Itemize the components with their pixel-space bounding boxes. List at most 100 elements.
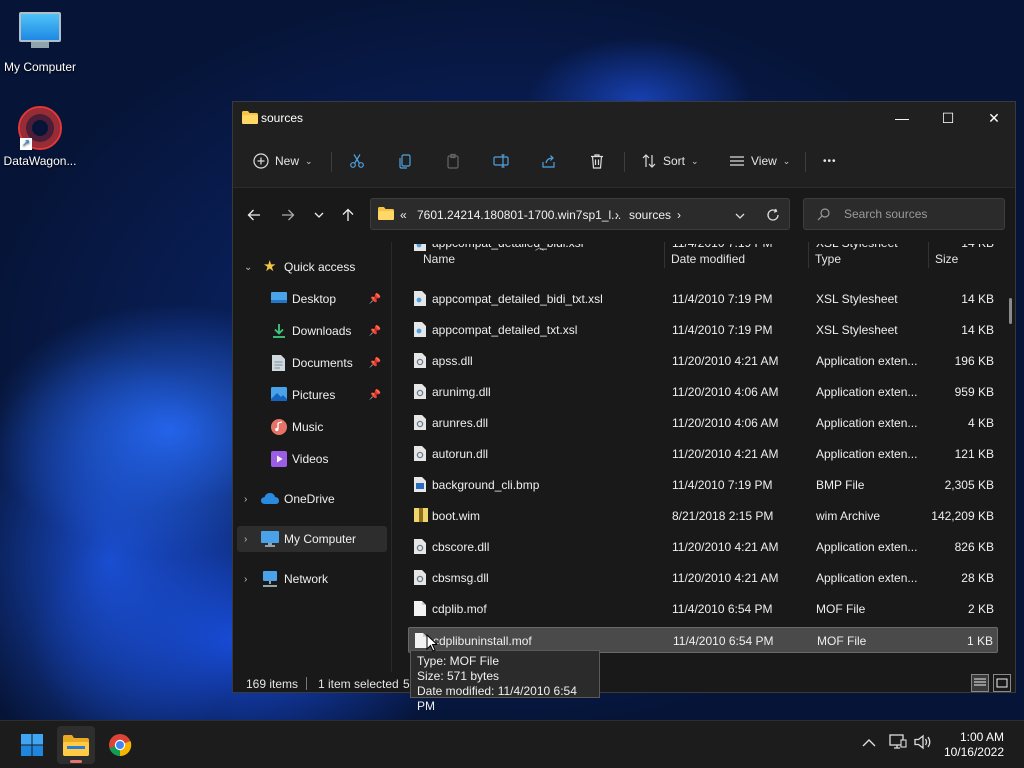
file-row[interactable]: background_cli.bmp 11/4/2010 7:19 PM BMP F…: [408, 472, 998, 498]
shortcut-arrow-icon: ↗: [20, 138, 32, 150]
volume-status[interactable]: [914, 734, 932, 753]
file-date: 11/20/2010 4:21 AM: [672, 571, 779, 585]
share-button[interactable]: [541, 148, 557, 174]
file-row[interactable]: appcompat_detailed_bidi.xsl 11/4/2010 7:1…: [408, 244, 998, 260]
refresh-icon[interactable]: [766, 208, 780, 222]
file-type: wim Archive: [816, 509, 881, 523]
music-folder-icon: [271, 419, 287, 435]
tiles-view-icon: [996, 678, 1008, 688]
mouse-cursor-icon: [426, 634, 438, 652]
paste-button[interactable]: [445, 148, 461, 174]
sidebar-item-label: Network: [284, 572, 329, 586]
toolbar-divider: [331, 152, 332, 172]
recent-locations-button[interactable]: [308, 204, 330, 226]
sidebar-item-quick-access[interactable]: ⌄ ★ Quick access: [237, 254, 387, 280]
taskbar-file-explorer[interactable]: [57, 726, 95, 764]
copy-button[interactable]: [397, 148, 413, 174]
delete-button[interactable]: [589, 148, 605, 174]
arrow-left-icon: [247, 209, 260, 221]
chevron-right-icon[interactable]: ›: [244, 494, 247, 505]
chevron-right-icon[interactable]: ›: [244, 534, 247, 545]
pin-icon[interactable]: 📌: [369, 326, 381, 337]
vertical-scrollbar-thumb[interactable]: [1009, 298, 1012, 324]
chevron-down-icon[interactable]: [734, 210, 746, 222]
rename-button[interactable]: [493, 148, 509, 174]
pin-icon[interactable]: 📌: [369, 294, 381, 305]
sidebar-item-desktop[interactable]: Desktop 📌: [237, 286, 387, 312]
file-row[interactable]: apss.dll 11/20/2010 4:21 AM Application ex…: [408, 348, 998, 374]
chevron-right-icon[interactable]: ›: [244, 574, 247, 585]
network-status[interactable]: [889, 734, 907, 753]
details-view-button[interactable]: [971, 674, 989, 692]
file-type: Application exten...: [816, 447, 918, 461]
maximize-button[interactable]: ☐: [925, 102, 971, 134]
back-button[interactable]: [243, 204, 265, 226]
breadcrumb-separator-icon[interactable]: ›: [615, 208, 619, 222]
start-button[interactable]: [13, 726, 51, 764]
breadcrumb-segment[interactable]: 7601.24214.180801-1700.win7sp1_l...: [417, 208, 621, 222]
system-clock[interactable]: 1:00 AM 10/16/2022: [944, 730, 1004, 760]
sidebar-item-videos[interactable]: Videos: [237, 446, 387, 472]
close-button[interactable]: ✕: [971, 102, 1017, 134]
show-hidden-icons-button[interactable]: [862, 735, 876, 751]
breadcrumb-segment[interactable]: sources: [629, 208, 671, 222]
cut-button[interactable]: [349, 148, 365, 174]
search-input[interactable]: [803, 198, 1005, 230]
xsl-file-icon: [414, 244, 426, 251]
tiles-view-button[interactable]: [993, 674, 1011, 692]
desktop-icon-my-computer[interactable]: My Computer: [0, 8, 80, 74]
file-date: 11/20/2010 4:21 AM: [672, 354, 779, 368]
file-row[interactable]: arunimg.dll 11/20/2010 4:06 AM Application…: [408, 379, 998, 405]
wim-file-icon: [414, 508, 428, 523]
toolbar-divider: [805, 152, 806, 172]
up-button[interactable]: [337, 204, 359, 226]
file-row[interactable]: autorun.dll 11/20/2010 4:21 AM Application…: [408, 441, 998, 467]
file-type: XSL Stylesheet: [816, 323, 898, 337]
address-bar[interactable]: « 7601.24214.180801-1700.win7sp1_l... › …: [370, 198, 790, 230]
file-size: 14 KB: [961, 323, 994, 337]
view-button[interactable]: View ⌄: [729, 148, 790, 174]
file-row[interactable]: cdplib.mof 11/4/2010 6:54 PM MOF File 2 KB: [408, 596, 998, 622]
sidebar-item-music[interactable]: Music: [237, 414, 387, 440]
chevron-down-icon: ⌄: [782, 155, 791, 166]
sort-button[interactable]: Sort ⌄: [641, 148, 699, 174]
sidebar-item-pictures[interactable]: Pictures 📌: [237, 382, 387, 408]
file-row[interactable]: boot.wim 8/21/2018 2:15 PM wim Archive 142,…: [408, 503, 998, 529]
folder-icon: [242, 111, 258, 124]
more-options-button[interactable]: •••: [823, 148, 837, 174]
sidebar-item-network[interactable]: › Network: [237, 566, 387, 592]
window-title: sources: [261, 111, 304, 125]
taskbar-chrome[interactable]: [101, 726, 139, 764]
network-icon: [261, 571, 277, 587]
file-row[interactable]: cbscore.dll 11/20/2010 4:21 AM Application…: [408, 534, 998, 560]
breadcrumb-separator-icon[interactable]: ›: [677, 208, 681, 222]
maximize-icon: ☐: [941, 109, 955, 126]
breadcrumb-overflow[interactable]: «: [400, 208, 407, 222]
sidebar-item-documents[interactable]: Documents 📌: [237, 350, 387, 376]
sidebar-item-my-computer[interactable]: › My Computer: [237, 526, 387, 552]
pin-icon[interactable]: 📌: [369, 390, 381, 401]
file-name: cbsmsg.dll: [432, 571, 489, 585]
sidebar-item-onedrive[interactable]: › OneDrive: [237, 486, 387, 512]
file-row[interactable]: cbsmsg.dll 11/20/2010 4:21 AM Application …: [408, 565, 998, 591]
desktop-icon-datawagon[interactable]: ↗ DataWagon...: [0, 106, 80, 168]
minimize-button[interactable]: —: [879, 102, 925, 134]
file-row[interactable]: appcompat_detailed_txt.xsl 11/4/2010 7:19…: [408, 317, 998, 343]
navigation-pane: ⌄ ★ Quick access Desktop 📌 Downloads 📌 D…: [233, 242, 391, 672]
sidebar-item-downloads[interactable]: Downloads 📌: [237, 318, 387, 344]
file-row[interactable]: arunres.dll 11/20/2010 4:06 AM Application…: [408, 410, 998, 436]
file-date: 8/21/2018 2:15 PM: [672, 509, 774, 523]
pin-icon[interactable]: 📌: [369, 358, 381, 369]
pane-divider[interactable]: [391, 242, 392, 672]
chevron-down-icon[interactable]: ⌄: [244, 262, 252, 273]
dll-file-icon: [414, 446, 426, 461]
forward-button[interactable]: [277, 204, 299, 226]
new-button[interactable]: New ⌄: [253, 148, 313, 174]
file-row[interactable]: appcompat_detailed_bidi_txt.xsl 11/4/2010…: [408, 286, 998, 312]
bmp-file-icon: [414, 477, 426, 492]
folder-icon: [378, 207, 394, 220]
title-bar[interactable]: sources — ☐ ✕: [233, 102, 1015, 134]
trash-icon: [591, 154, 603, 169]
file-name: boot.wim: [432, 509, 481, 523]
file-size: 2,305 KB: [944, 478, 994, 492]
